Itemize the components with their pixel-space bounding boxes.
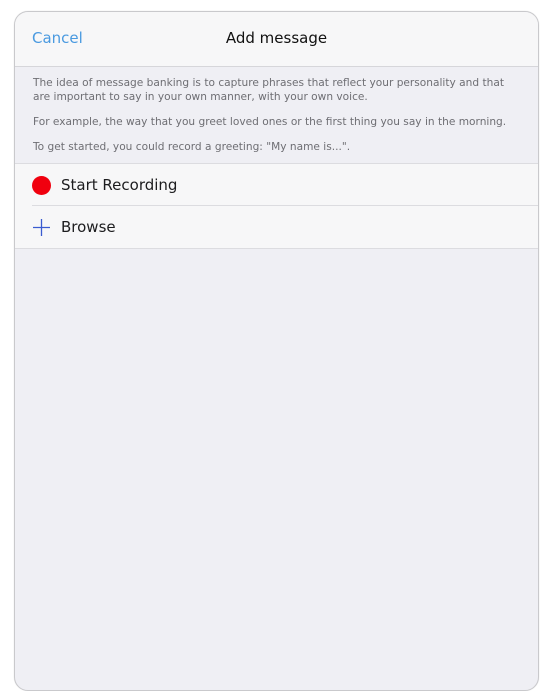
- action-list: Start Recording Browse: [15, 163, 538, 249]
- modal-sheet: Cancel Add message The idea of message b…: [14, 11, 539, 691]
- start-recording-label: Start Recording: [61, 176, 178, 194]
- info-paragraph: The idea of message banking is to captur…: [33, 77, 504, 103]
- navigation-bar: Cancel Add message: [15, 12, 538, 67]
- record-icon: [32, 175, 51, 195]
- browse-button[interactable]: Browse: [15, 206, 538, 249]
- page-title: Add message: [225, 29, 328, 47]
- info-paragraph: To get started, you could record a greet…: [33, 141, 351, 153]
- info-text: The idea of message banking is to captur…: [15, 67, 538, 154]
- browse-label: Browse: [61, 218, 116, 236]
- plus-icon: [33, 218, 50, 236]
- info-paragraph: For example, the way that you greet love…: [33, 116, 507, 128]
- start-recording-button[interactable]: Start Recording: [15, 164, 538, 206]
